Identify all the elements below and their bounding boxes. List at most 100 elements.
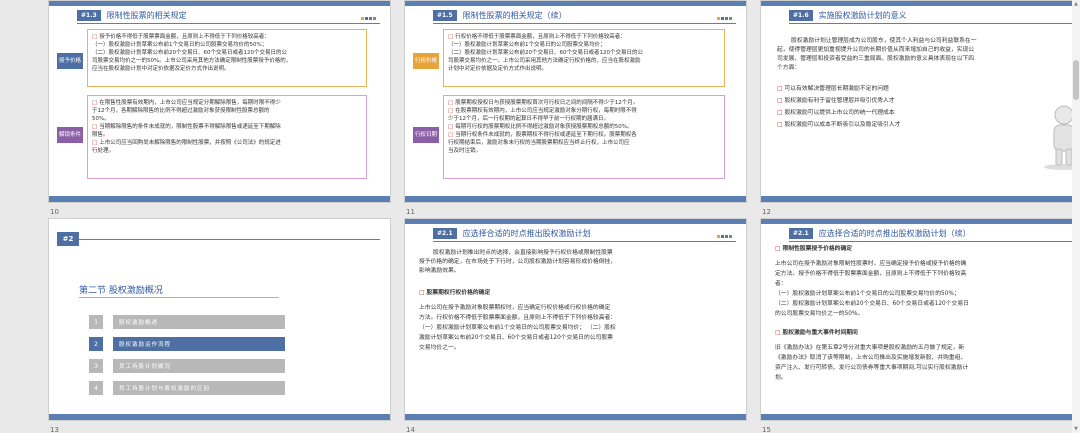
text-line: 者： xyxy=(775,281,787,287)
text-line: （一）股权激励计划草案公布前1个交易日的公司股票交易均价的50%； xyxy=(775,291,960,297)
content-box-2: 在限售性股票有效期内，上市公司应当规定分期解除限售，每期时限不得少 于12个月，… xyxy=(87,95,367,179)
section-tag: #1.5 xyxy=(433,9,457,21)
text-line: 个方面： xyxy=(777,65,801,71)
slide-header: #1.5 限制性股票的相关规定（续） xyxy=(433,8,706,22)
menu-label: 员工持股计划概况 xyxy=(113,359,285,373)
text-line: 上市公司应当回购尚未解除限售的限制性股票，并按照《公司法》的规定进 xyxy=(92,139,362,147)
scroll-down-icon[interactable]: ▼ xyxy=(1073,426,1079,432)
slide-top-bar xyxy=(761,219,1080,224)
list-item: 可以有效解决管理层长期激励不足的问题 xyxy=(777,83,1017,95)
text-line: 旧《激励办法》在第五章2号分对重大事项是股权激励的五月做了规定，新 xyxy=(775,345,965,351)
sub-heading: 限制性股票授予价格的确定 xyxy=(775,245,852,254)
slide-title: 实施股权激励计划的意义 xyxy=(818,10,907,20)
text-line: 司股票交易均价之一的50%。上市公司采用其他方法确定限制性股票授予价格的， xyxy=(92,58,292,64)
text-line: 交易均价之一。 xyxy=(419,345,460,351)
text-line: （一）股权激励计划草案公布前1个交易日的公司股票交易均价； xyxy=(448,42,606,48)
text-line: 行权期结束后，激励对象未行权的当期股票期权应当终止行权，上市公司应 xyxy=(448,140,630,146)
text-line: 司股票交易均价之一。上市公司采用其他方法确定行权价格的，应当在股权激励 xyxy=(448,58,641,64)
menu-number: 3 xyxy=(89,359,103,373)
slide-bottom-bar xyxy=(761,196,1080,202)
vertical-scrollbar[interactable]: ▲ ▼ xyxy=(1072,0,1080,433)
text-line: 划。 xyxy=(775,375,787,381)
slide-number: 13 xyxy=(50,426,59,433)
slide-sorter: #1.3 限制性股票的相关规定 授予价格 授予价格不得低于股票票面金额，且原则上不… xyxy=(0,0,1080,433)
text-line: 授予价格的确定，在市场处于下行时，公司股权激励计划容易形成价格倒挂， xyxy=(419,259,617,265)
content-box-1: 行权价格不得低于股票票面金额，且原则上不得低于下列价格较高者： （一）股权激励计… xyxy=(443,29,725,87)
intro-paragraph: 股权激励计划让管理层成为公司股东，使其个人利益与公司利益联系在一 起，使得管理层… xyxy=(777,37,1080,73)
intro-paragraph: 股权激励计划推出时点的选择，会直接影响授予行权价格或限制性股票 授予价格的确定，… xyxy=(419,249,741,276)
scroll-up-icon[interactable]: ▲ xyxy=(1073,1,1079,7)
menu-item-4[interactable]: 4 员工持股计划与股权激励的区别 xyxy=(89,381,309,395)
header-rule xyxy=(433,241,736,242)
slide-bottom-bar xyxy=(405,414,746,420)
slide-number: 12 xyxy=(762,208,771,216)
slide-header: #1.3 限制性股票的相关规定 xyxy=(77,8,350,22)
text-line: 资产注入、发行可转债、发行公司债券等重大事项期间,可以实行股权激励计 xyxy=(775,365,969,371)
text-line: 行处理。 xyxy=(92,148,115,154)
text-line: （二）股权激励计划草案公布前20个交易日、60个交易日或者120个交易日的公 xyxy=(92,50,287,56)
text-line: （二）股权激励计划草案公布前20个交易日、60个交易日或者120个交易日 xyxy=(775,301,969,307)
menu-item-3[interactable]: 3 员工持股计划概况 xyxy=(89,359,309,373)
menu-label: 股权激励概述 xyxy=(113,315,285,329)
menu-item-2[interactable]: 2 股权激励运作流程 xyxy=(89,337,309,351)
section-title: 第二节 股权激励概况 xyxy=(79,286,163,296)
slide-title: 限制性股票的相关规定 xyxy=(106,10,187,20)
detail-paragraph: 上市公司在授予激励对象股票期权时，应当确定行权价格或行权价格的确定 方法。行权价… xyxy=(419,303,741,353)
section-tag: #1.6 xyxy=(789,9,813,21)
menu-number: 1 xyxy=(89,315,103,329)
slide-top-bar xyxy=(405,1,746,6)
list-item: 股权激励可以提供上市公司的统一代理成本 xyxy=(777,107,1017,119)
header-rule xyxy=(77,23,380,24)
text-line: 于12个月，各期解除限售的比例不得超过激励对象获授限制性股票总额的 xyxy=(92,108,270,114)
slide-bottom-bar xyxy=(49,414,390,420)
header-rule xyxy=(79,239,380,240)
text-line: 限售。 xyxy=(92,132,109,138)
slide-number: 11 xyxy=(406,208,415,216)
text-line: 行权价格不得低于股票票面金额，且原则上不得低于下列价格较高者： xyxy=(448,33,720,41)
text-line: （一）股权激励计划草案公布前1个交易日的公司股票交易均价； （二）股权 xyxy=(419,325,616,331)
text-line: （一）股权激励计划草案公布前1个交易日的公司股票交易均价的50%； xyxy=(92,42,268,48)
text-line: （二）股权激励计划草案公布前20个交易日、60个交易日或者120个交易日的公 xyxy=(448,50,643,56)
text-line: 影响激励效果。 xyxy=(419,268,460,274)
slide-header: #2.1 应选择合适的时点推出股权激励计划 xyxy=(433,226,706,240)
text-line: 的公司股票交易均价之一的50%。 xyxy=(775,311,864,317)
text-line: 定方法。授予价格不得低于股票票面金额，且原则上不得低于下列价格较高 xyxy=(775,271,967,277)
menu-label: 股权激励运作流程 xyxy=(113,337,285,351)
slide-title: 限制性股票的相关规定（续） xyxy=(462,10,567,20)
color-dots xyxy=(717,235,732,238)
benefit-list: 可以有效解决管理层长期激励不足的问题 股权激励有利于留住管理层并吸引优秀人才 股… xyxy=(777,83,1017,131)
label-grant-price: 授予价格 xyxy=(57,53,83,69)
menu-item-1[interactable]: 1 股权激励概述 xyxy=(89,315,309,329)
text-line: 50%。 xyxy=(92,116,110,122)
text-line: 《激励办法》取消了该等限制，上市公司推出及实施增发新股、并购重组、 xyxy=(775,355,967,361)
list-item: 股权激励有利于留住管理层并吸引优秀人才 xyxy=(777,95,1017,107)
text-line: 股权激励计划让管理层成为公司股东，使其个人利益与公司利益联系在一 xyxy=(791,38,977,44)
text-line: 司发展、管理层和投资者受益的三重局面。股权激励的意义具体表现在以下四 xyxy=(777,56,975,62)
text-line: 股权激励计划推出时点的选择，会直接影响授予行权价格或限制性股票 xyxy=(433,250,613,256)
scrollbar-thumb[interactable] xyxy=(1073,60,1079,100)
content-box-2: 股票期权授权日与获授股票期权首次可行权日之间的间隔不得少于12个月。 在股票期权… xyxy=(443,95,725,179)
slide-number: 10 xyxy=(50,208,59,216)
slide-number: 14 xyxy=(406,426,415,433)
slide-title: 应选择合适的时点推出股权激励计划 xyxy=(462,228,591,238)
slide-header: #2.1 应选择合适的时点推出股权激励计划（续） xyxy=(789,226,1062,240)
menu-number: 2 xyxy=(89,337,103,351)
detail-paragraph: 旧《激励办法》在第五章2号分对重大事项是股权激励的五月做了规定，新 《激励办法》… xyxy=(775,343,1080,383)
detail-paragraph: 上市公司在授予激励对象限制性股票时，应当确定授予价格或授予价格的确 定方法。授予… xyxy=(775,259,1080,319)
header-rule xyxy=(789,23,1080,24)
slide-top-bar xyxy=(49,1,390,6)
header-rule xyxy=(789,241,1080,242)
section-tag: #2.1 xyxy=(433,227,457,239)
slide-bottom-bar xyxy=(405,196,746,202)
color-dots xyxy=(717,17,732,20)
text-line: 激励计划草案公布前20个交易日、60个交易日或者120个交易日的公司股票 xyxy=(419,335,613,341)
header-rule xyxy=(433,23,736,24)
text-line: 当及时注销。 xyxy=(448,148,482,154)
slide-number: 15 xyxy=(762,426,771,433)
label-exercise-price: 行权价格 xyxy=(413,53,439,69)
color-dots xyxy=(361,17,376,20)
sub-heading: 股权激励与重大事件时间期间 xyxy=(775,329,857,338)
section-tag: #1.3 xyxy=(77,9,101,21)
slide-top-bar xyxy=(761,1,1080,6)
text-line: 股票期权授权日与获授股票期权首次可行权日之间的间隔不得少于12个月。 xyxy=(448,99,720,107)
